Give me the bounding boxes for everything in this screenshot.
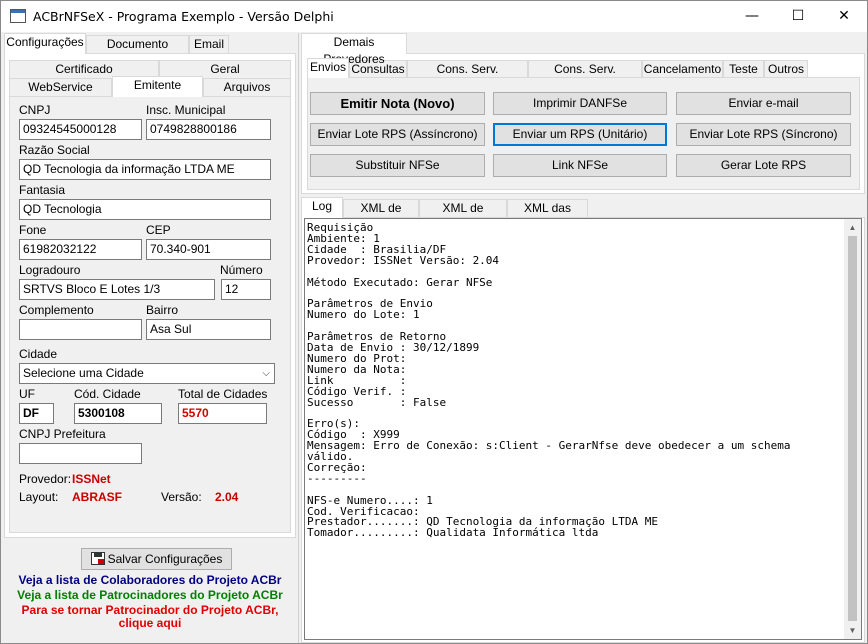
tab-emitente[interactable]: Emitente	[112, 76, 203, 97]
bairro-label: Bairro	[146, 303, 179, 317]
uf-field[interactable]: DF	[19, 403, 54, 424]
cidade-select-value: Selecione uma Cidade	[23, 366, 144, 380]
tab-webservice[interactable]: WebService	[9, 78, 112, 96]
salvar-configuracoes-button[interactable]: Salvar Configurações	[81, 548, 232, 570]
cidade-label: Cidade	[19, 347, 58, 361]
link-patrocinador-1[interactable]: Para se tornar Patrocinador do Projeto A…	[1, 603, 299, 617]
uf-label: UF	[19, 387, 35, 401]
log-scrollbar[interactable]: ▲ ▼	[844, 219, 861, 639]
tab-email[interactable]: Email	[189, 35, 229, 54]
insc-municipal-field[interactable]: 0749828800186	[146, 119, 271, 140]
window-title: ACBrNFSeX - Programa Exemplo - Versão De…	[33, 9, 334, 24]
tab-configuracoes[interactable]: Configurações	[4, 33, 86, 54]
log-text: Requisição Ambiente: 1 Cidade : Brasilia…	[307, 221, 791, 540]
cod-cidade-label: Cód. Cidade	[74, 387, 141, 401]
cnpj-prefeitura-field[interactable]	[19, 443, 142, 464]
app-icon	[10, 9, 26, 23]
layout-label: Layout:	[19, 490, 59, 504]
tab-cons-serv-tomados[interactable]: Cons. Serv. Tomados	[528, 60, 642, 93]
layout-value: ABRASF	[72, 490, 122, 504]
tab-cancelamento[interactable]: Cancelamento	[642, 60, 723, 78]
razao-social-label: Razão Social	[19, 143, 90, 157]
tab-envios[interactable]: Envios	[307, 58, 349, 78]
tab-xml-envio[interactable]: XML de Envio	[343, 199, 419, 232]
link-colaboradores[interactable]: Veja a lista de Colaboradores do Projeto…	[1, 573, 299, 587]
log-textarea[interactable]: Requisição Ambiente: 1 Cidade : Brasilia…	[304, 218, 862, 640]
enviar-email-button[interactable]: Enviar e-mail	[676, 92, 851, 115]
complemento-field[interactable]	[19, 319, 142, 340]
cod-cidade-field[interactable]: 5300108	[74, 403, 162, 424]
splitter[interactable]	[298, 33, 299, 643]
tab-arquivos[interactable]: Arquivos	[203, 78, 291, 96]
tab-cons-serv-prestados[interactable]: Cons. Serv. Prestados	[407, 60, 528, 93]
link-patrocinador-2[interactable]: clique aqui	[1, 616, 299, 630]
enviar-lote-assincrono-button[interactable]: Enviar Lote RPS (Assíncrono)	[310, 123, 485, 146]
total-cidades-field[interactable]: 5570	[178, 403, 267, 424]
cnpj-prefeitura-label: CNPJ Prefeitura	[19, 427, 106, 441]
gerar-lote-rps-button[interactable]: Gerar Lote RPS	[676, 154, 851, 177]
tab-xml-retorno[interactable]: XML de Retorno	[419, 199, 507, 232]
tab-documento-auxiliar[interactable]: Documento Auxiliar	[86, 35, 189, 68]
versao-label: Versão:	[161, 490, 202, 504]
close-button[interactable]: ✕	[821, 1, 867, 32]
provedor-label: Provedor:	[19, 472, 72, 486]
enviar-um-rps-button[interactable]: Enviar um RPS (Unitário)	[493, 123, 667, 146]
numero-label: Número	[220, 263, 263, 277]
fantasia-field[interactable]: QD Tecnologia	[19, 199, 271, 220]
complemento-label: Complemento	[19, 303, 94, 317]
emitir-nota-button[interactable]: Emitir Nota (Novo)	[310, 92, 485, 115]
tab-outros[interactable]: Outros	[764, 60, 808, 78]
app-window: ACBrNFSeX - Programa Exemplo - Versão De…	[0, 0, 868, 644]
bairro-field[interactable]: Asa Sul	[146, 319, 271, 340]
fantasia-label: Fantasia	[19, 183, 66, 197]
title-bar: ACBrNFSeX - Programa Exemplo - Versão De…	[1, 1, 867, 32]
fone-label: Fone	[19, 223, 47, 237]
tab-log[interactable]: Log	[301, 197, 343, 218]
save-label: Salvar Configurações	[107, 552, 223, 566]
numero-field[interactable]: 12	[221, 279, 271, 300]
cep-field[interactable]: 70.340-901	[146, 239, 271, 260]
fone-field[interactable]: 61982032122	[19, 239, 142, 260]
link-nfse-button[interactable]: Link NFSe	[493, 154, 667, 177]
scroll-thumb[interactable]	[848, 236, 857, 621]
save-icon	[90, 552, 105, 565]
cnpj-label: CNPJ	[19, 103, 51, 117]
total-cidades-label: Total de Cidades	[178, 387, 268, 401]
logradouro-label: Logradouro	[19, 263, 81, 277]
tab-teste[interactable]: Teste	[723, 60, 764, 78]
cidade-select[interactable]: Selecione uma Cidade ⌵	[19, 363, 275, 384]
substituir-nfse-button[interactable]: Substituir NFSe	[310, 154, 485, 177]
scroll-up-icon[interactable]: ▲	[844, 219, 861, 236]
imprimir-danfse-button[interactable]: Imprimir DANFSe	[493, 92, 667, 115]
logradouro-field[interactable]: SRTVS Bloco E Lotes 1/3	[19, 279, 215, 300]
cep-label: CEP	[146, 223, 171, 237]
maximize-button[interactable]: ☐	[775, 1, 821, 32]
versao-value: 2.04	[215, 490, 239, 504]
scroll-down-icon[interactable]: ▼	[844, 622, 861, 639]
tab-xml-notas[interactable]: XML das Notas	[507, 199, 588, 232]
insc-municipal-label: Insc. Municipal	[146, 103, 226, 117]
tab-demais-provedores[interactable]: Demais Provedores	[301, 33, 407, 66]
chevron-down-icon: ⌵	[262, 368, 270, 379]
link-patrocinadores[interactable]: Veja a lista de Patrocinadores do Projet…	[1, 588, 299, 602]
cnpj-field[interactable]: 09324545000128	[19, 119, 142, 140]
enviar-lote-sincrono-button[interactable]: Enviar Lote RPS (Síncrono)	[676, 123, 851, 146]
provedor-value: ISSNet	[72, 472, 111, 486]
minimize-button[interactable]: —	[729, 1, 775, 32]
razao-social-field[interactable]: QD Tecnologia da informação LTDA ME	[19, 159, 271, 180]
